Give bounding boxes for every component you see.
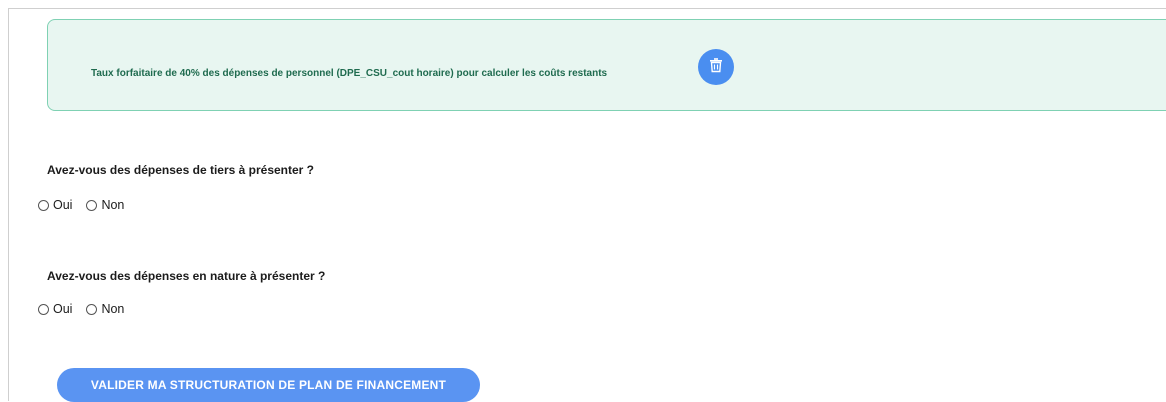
validate-financing-plan-button[interactable]: VALIDER MA STRUCTURATION DE PLAN DE FINA…	[57, 368, 480, 402]
third-party-yes-radio[interactable]: Oui	[38, 198, 72, 212]
radio-label-non: Non	[101, 198, 125, 212]
radio-label-oui: Oui	[53, 302, 73, 316]
radio-circle-icon[interactable]	[38, 303, 49, 315]
in-kind-expenses-question: Avez-vous des dépenses en nature à prése…	[47, 269, 326, 283]
in-kind-yes-radio[interactable]: Oui	[38, 302, 72, 316]
form-panel: Taux forfaitaire de 40% des dépenses de …	[0, 0, 1166, 402]
third-party-expenses-question: Avez-vous des dépenses de tiers à présen…	[47, 163, 314, 177]
trash-icon	[708, 57, 724, 78]
radio-circle-icon[interactable]	[86, 303, 98, 315]
radio-circle-icon[interactable]	[86, 199, 98, 211]
panel-top-border	[8, 8, 1166, 9]
flat-rate-info-box: Taux forfaitaire de 40% des dépenses de …	[47, 19, 1166, 111]
panel-left-border	[8, 8, 9, 401]
radio-label-oui: Oui	[53, 198, 73, 212]
in-kind-no-radio[interactable]: Non	[86, 302, 124, 316]
radio-label-non: Non	[101, 302, 125, 316]
flat-rate-info-text: Taux forfaitaire de 40% des dépenses de …	[91, 68, 608, 79]
in-kind-expenses-radio-group: Oui Non	[38, 302, 138, 316]
third-party-no-radio[interactable]: Non	[86, 198, 124, 212]
delete-button[interactable]	[698, 49, 734, 85]
third-party-expenses-radio-group: Oui Non	[38, 198, 138, 212]
radio-circle-icon[interactable]	[38, 199, 49, 211]
